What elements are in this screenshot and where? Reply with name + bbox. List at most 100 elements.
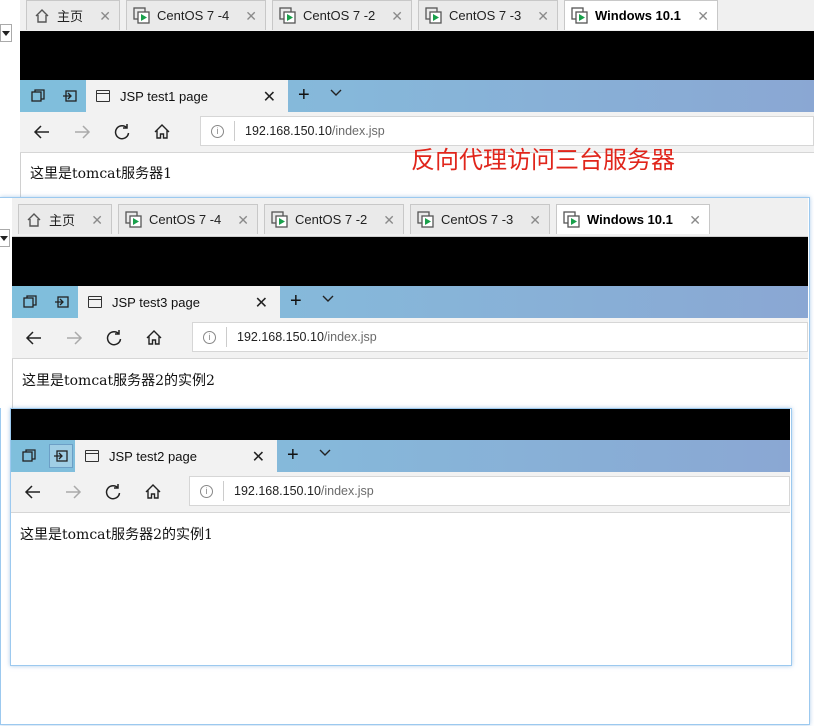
close-tab-icon[interactable]: ✕ <box>252 447 265 467</box>
set-aside-tabs-icon[interactable] <box>54 294 70 310</box>
address-field[interactable]: i 192.168.150.10/index.jsp <box>192 322 808 352</box>
forward-button[interactable] <box>72 122 92 142</box>
browser-tab-title: JSP test1 page <box>120 88 208 104</box>
library-dropdown[interactable] <box>0 24 12 42</box>
new-tab-button[interactable]: + <box>290 290 302 313</box>
vm-icon <box>571 6 589 25</box>
close-icon[interactable]: ✕ <box>391 8 403 25</box>
close-icon[interactable]: ✕ <box>697 8 709 25</box>
vm-console-band <box>20 31 814 80</box>
refresh-button[interactable] <box>104 328 124 348</box>
close-tab-icon[interactable]: ✕ <box>263 87 276 107</box>
close-icon[interactable]: ✕ <box>689 212 701 229</box>
url-host: 192.168.150.10 <box>245 124 332 138</box>
address-bar-row: i 192.168.150.10/index.jsp <box>12 318 808 359</box>
vm-tab-centos-2[interactable]: CentOS 7 -2 ✕ <box>272 0 412 30</box>
url-path: /index.jsp <box>323 330 377 344</box>
tab-manager-icon[interactable] <box>30 88 46 104</box>
browser-tab[interactable]: JSP test2 page ✕ <box>75 440 277 472</box>
info-icon[interactable]: i <box>203 330 216 344</box>
info-icon[interactable]: i <box>200 484 213 498</box>
vm-tab-label: CentOS 7 -2 <box>303 8 376 23</box>
close-tab-icon[interactable]: ✕ <box>255 293 268 313</box>
browser-tab[interactable]: JSP test3 page ✕ <box>78 286 280 318</box>
url-path: /index.jsp <box>331 124 385 138</box>
vm-tab-label: CentOS 7 -3 <box>441 212 514 227</box>
set-aside-tabs-icon[interactable] <box>62 88 78 104</box>
back-button[interactable] <box>32 122 52 142</box>
browser-tab-bar: JSP test1 page ✕ + <box>20 80 814 112</box>
refresh-button[interactable] <box>112 122 132 142</box>
url-host: 192.168.150.10 <box>237 330 324 344</box>
new-tab-button[interactable]: + <box>298 84 310 107</box>
forward-button[interactable] <box>64 328 84 348</box>
close-icon[interactable]: ✕ <box>99 8 111 25</box>
vm-tab-centos-4[interactable]: CentOS 7 -4 ✕ <box>126 0 266 30</box>
vm-icon <box>425 6 443 25</box>
vm-tab-centos-2[interactable]: CentOS 7 -2 ✕ <box>264 204 404 234</box>
close-icon[interactable]: ✕ <box>537 8 549 25</box>
vm-tab-label: CentOS 7 -3 <box>449 8 522 23</box>
vm-tab-centos-4[interactable]: CentOS 7 -4 ✕ <box>118 204 258 234</box>
library-dropdown[interactable] <box>0 229 10 247</box>
page-content-text: 这里是tomcat服务器1 <box>30 166 173 182</box>
browser-tab-bar: JSP test2 page ✕ + <box>11 440 790 472</box>
vm-tab-centos-3[interactable]: CentOS 7 -3 ✕ <box>418 0 558 30</box>
vm-tab-label: CentOS 7 -4 <box>149 212 222 227</box>
vm-icon <box>279 6 297 25</box>
vm-icon <box>563 210 581 229</box>
page-content-text: 这里是tomcat服务器2的实例2 <box>22 373 215 389</box>
url-host: 192.168.150.10 <box>234 484 321 498</box>
vm-icon <box>417 210 435 229</box>
forward-button[interactable] <box>63 482 83 502</box>
tab-manager-icon[interactable] <box>21 448 37 464</box>
new-tab-button[interactable]: + <box>287 444 299 467</box>
chevron-down-icon[interactable] <box>318 446 332 463</box>
vm-tab-windows[interactable]: Windows 10.1 ✕ <box>564 0 718 30</box>
back-button[interactable] <box>23 482 43 502</box>
vm-tab-home[interactable]: 主页 ✕ <box>18 204 112 234</box>
close-icon[interactable]: ✕ <box>237 212 249 229</box>
back-button[interactable] <box>24 328 44 348</box>
close-icon[interactable]: ✕ <box>91 212 103 229</box>
address-field[interactable]: i 192.168.150.10/index.jsp <box>189 476 790 506</box>
home-icon <box>33 7 51 25</box>
vm-tab-label: Windows 10.1 <box>595 8 681 23</box>
vm-console-band <box>12 237 808 286</box>
vm-tab-centos-3[interactable]: CentOS 7 -3 ✕ <box>410 204 550 234</box>
refresh-button[interactable] <box>103 482 123 502</box>
close-icon[interactable]: ✕ <box>529 212 541 229</box>
chevron-down-icon[interactable] <box>321 292 335 309</box>
home-button[interactable] <box>152 122 172 142</box>
address-bar-row: i 192.168.150.10/index.jsp <box>11 472 790 513</box>
tab-manager-icon[interactable] <box>22 294 38 310</box>
vm-tab-label: Windows 10.1 <box>587 212 673 227</box>
page-icon <box>85 450 99 462</box>
page-icon <box>96 90 110 102</box>
browser-tab-title: JSP test3 page <box>112 294 200 310</box>
browser-tab-title: JSP test2 page <box>109 448 197 464</box>
vm-tab-home[interactable]: 主页 ✕ <box>26 0 120 30</box>
vm-tab-label: 主页 <box>49 213 76 228</box>
set-aside-tabs-icon[interactable] <box>49 444 73 468</box>
annotation-text: 反向代理访问三台服务器 <box>411 146 675 174</box>
vm-tab-label: CentOS 7 -4 <box>157 8 230 23</box>
page-icon <box>88 296 102 308</box>
vm-icon <box>133 6 151 25</box>
chevron-down-icon[interactable] <box>329 86 343 103</box>
info-icon[interactable]: i <box>211 124 224 138</box>
vm-tab-label: 主页 <box>57 9 84 24</box>
home-button[interactable] <box>144 328 164 348</box>
url-path: /index.jsp <box>320 484 374 498</box>
vm-icon <box>271 210 289 229</box>
browser-tab-bar: JSP test3 page ✕ + <box>12 286 808 318</box>
browser-tab[interactable]: JSP test1 page ✕ <box>86 80 288 112</box>
close-icon[interactable]: ✕ <box>383 212 395 229</box>
vm-console-band <box>11 409 790 440</box>
home-button[interactable] <box>143 482 163 502</box>
close-icon[interactable]: ✕ <box>245 8 257 25</box>
page-content-text: 这里是tomcat服务器2的实例1 <box>20 527 213 543</box>
home-icon <box>25 211 43 229</box>
vm-tab-windows[interactable]: Windows 10.1 ✕ <box>556 204 710 234</box>
vm-tab-label: CentOS 7 -2 <box>295 212 368 227</box>
